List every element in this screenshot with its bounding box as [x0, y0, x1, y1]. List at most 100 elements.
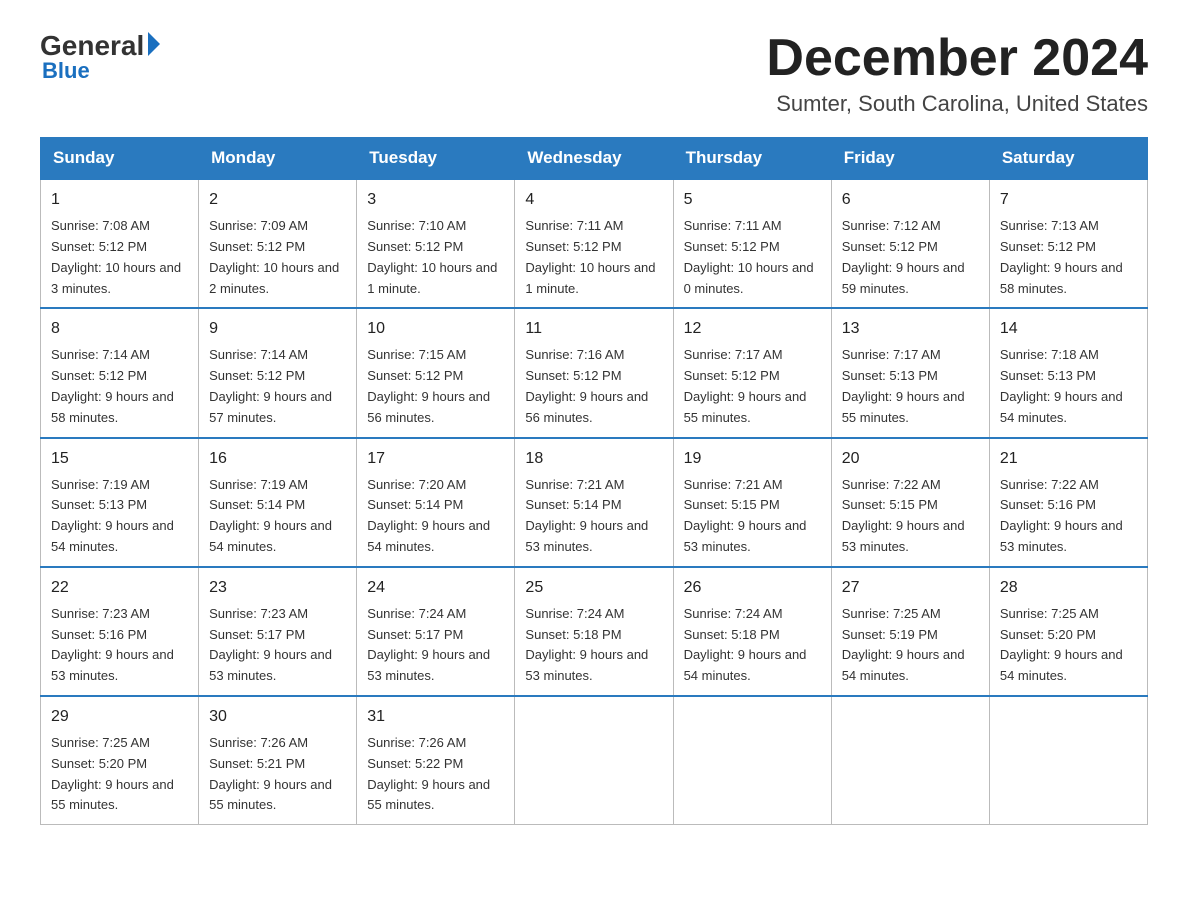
day-number: 13 [842, 317, 979, 341]
day-info: Sunrise: 7:23 AMSunset: 5:16 PMDaylight:… [51, 606, 174, 683]
day-number: 16 [209, 447, 346, 471]
day-info: Sunrise: 7:15 AMSunset: 5:12 PMDaylight:… [367, 347, 490, 424]
month-title: December 2024 [766, 30, 1148, 87]
day-number: 9 [209, 317, 346, 341]
col-wednesday: Wednesday [515, 138, 673, 180]
day-number: 10 [367, 317, 504, 341]
table-row: 19 Sunrise: 7:21 AMSunset: 5:15 PMDaylig… [673, 438, 831, 567]
day-number: 14 [1000, 317, 1137, 341]
table-row: 11 Sunrise: 7:16 AMSunset: 5:12 PMDaylig… [515, 308, 673, 437]
col-saturday: Saturday [989, 138, 1147, 180]
table-row: 12 Sunrise: 7:17 AMSunset: 5:12 PMDaylig… [673, 308, 831, 437]
table-row: 29 Sunrise: 7:25 AMSunset: 5:20 PMDaylig… [41, 696, 199, 825]
day-number: 21 [1000, 447, 1137, 471]
table-row: 4 Sunrise: 7:11 AMSunset: 5:12 PMDayligh… [515, 179, 673, 308]
day-info: Sunrise: 7:13 AMSunset: 5:12 PMDaylight:… [1000, 218, 1123, 295]
day-number: 23 [209, 576, 346, 600]
col-sunday: Sunday [41, 138, 199, 180]
day-info: Sunrise: 7:24 AMSunset: 5:18 PMDaylight:… [525, 606, 648, 683]
week-row-3: 15 Sunrise: 7:19 AMSunset: 5:13 PMDaylig… [41, 438, 1148, 567]
day-number: 25 [525, 576, 662, 600]
day-info: Sunrise: 7:14 AMSunset: 5:12 PMDaylight:… [209, 347, 332, 424]
table-row: 6 Sunrise: 7:12 AMSunset: 5:12 PMDayligh… [831, 179, 989, 308]
table-row: 25 Sunrise: 7:24 AMSunset: 5:18 PMDaylig… [515, 567, 673, 696]
day-number: 2 [209, 188, 346, 212]
table-row: 13 Sunrise: 7:17 AMSunset: 5:13 PMDaylig… [831, 308, 989, 437]
day-info: Sunrise: 7:25 AMSunset: 5:20 PMDaylight:… [1000, 606, 1123, 683]
day-info: Sunrise: 7:19 AMSunset: 5:13 PMDaylight:… [51, 477, 174, 554]
day-info: Sunrise: 7:16 AMSunset: 5:12 PMDaylight:… [525, 347, 648, 424]
day-number: 28 [1000, 576, 1137, 600]
day-number: 29 [51, 705, 188, 729]
table-row: 15 Sunrise: 7:19 AMSunset: 5:13 PMDaylig… [41, 438, 199, 567]
day-number: 6 [842, 188, 979, 212]
day-info: Sunrise: 7:19 AMSunset: 5:14 PMDaylight:… [209, 477, 332, 554]
day-number: 5 [684, 188, 821, 212]
day-number: 31 [367, 705, 504, 729]
calendar-table: Sunday Monday Tuesday Wednesday Thursday… [40, 137, 1148, 825]
day-info: Sunrise: 7:20 AMSunset: 5:14 PMDaylight:… [367, 477, 490, 554]
week-row-2: 8 Sunrise: 7:14 AMSunset: 5:12 PMDayligh… [41, 308, 1148, 437]
table-row: 26 Sunrise: 7:24 AMSunset: 5:18 PMDaylig… [673, 567, 831, 696]
logo-triangle-icon [148, 32, 160, 56]
day-number: 7 [1000, 188, 1137, 212]
col-tuesday: Tuesday [357, 138, 515, 180]
table-row [673, 696, 831, 825]
table-row [989, 696, 1147, 825]
table-row: 20 Sunrise: 7:22 AMSunset: 5:15 PMDaylig… [831, 438, 989, 567]
day-number: 19 [684, 447, 821, 471]
table-row: 22 Sunrise: 7:23 AMSunset: 5:16 PMDaylig… [41, 567, 199, 696]
table-row: 2 Sunrise: 7:09 AMSunset: 5:12 PMDayligh… [199, 179, 357, 308]
day-info: Sunrise: 7:21 AMSunset: 5:15 PMDaylight:… [684, 477, 807, 554]
table-row: 21 Sunrise: 7:22 AMSunset: 5:16 PMDaylig… [989, 438, 1147, 567]
table-row: 5 Sunrise: 7:11 AMSunset: 5:12 PMDayligh… [673, 179, 831, 308]
day-info: Sunrise: 7:26 AMSunset: 5:22 PMDaylight:… [367, 735, 490, 812]
table-row: 9 Sunrise: 7:14 AMSunset: 5:12 PMDayligh… [199, 308, 357, 437]
day-info: Sunrise: 7:11 AMSunset: 5:12 PMDaylight:… [684, 218, 814, 295]
day-info: Sunrise: 7:12 AMSunset: 5:12 PMDaylight:… [842, 218, 965, 295]
day-info: Sunrise: 7:24 AMSunset: 5:18 PMDaylight:… [684, 606, 807, 683]
table-row: 10 Sunrise: 7:15 AMSunset: 5:12 PMDaylig… [357, 308, 515, 437]
table-row [515, 696, 673, 825]
table-row: 31 Sunrise: 7:26 AMSunset: 5:22 PMDaylig… [357, 696, 515, 825]
week-row-5: 29 Sunrise: 7:25 AMSunset: 5:20 PMDaylig… [41, 696, 1148, 825]
title-area: December 2024 Sumter, South Carolina, Un… [766, 30, 1148, 117]
day-number: 15 [51, 447, 188, 471]
location-subtitle: Sumter, South Carolina, United States [766, 91, 1148, 117]
week-row-4: 22 Sunrise: 7:23 AMSunset: 5:16 PMDaylig… [41, 567, 1148, 696]
table-row: 1 Sunrise: 7:08 AMSunset: 5:12 PMDayligh… [41, 179, 199, 308]
table-row: 18 Sunrise: 7:21 AMSunset: 5:14 PMDaylig… [515, 438, 673, 567]
col-monday: Monday [199, 138, 357, 180]
table-row: 28 Sunrise: 7:25 AMSunset: 5:20 PMDaylig… [989, 567, 1147, 696]
day-number: 3 [367, 188, 504, 212]
table-row [831, 696, 989, 825]
table-row: 24 Sunrise: 7:24 AMSunset: 5:17 PMDaylig… [357, 567, 515, 696]
day-info: Sunrise: 7:18 AMSunset: 5:13 PMDaylight:… [1000, 347, 1123, 424]
day-info: Sunrise: 7:11 AMSunset: 5:12 PMDaylight:… [525, 218, 655, 295]
table-row: 23 Sunrise: 7:23 AMSunset: 5:17 PMDaylig… [199, 567, 357, 696]
day-info: Sunrise: 7:22 AMSunset: 5:16 PMDaylight:… [1000, 477, 1123, 554]
table-row: 8 Sunrise: 7:14 AMSunset: 5:12 PMDayligh… [41, 308, 199, 437]
day-info: Sunrise: 7:10 AMSunset: 5:12 PMDaylight:… [367, 218, 497, 295]
day-info: Sunrise: 7:25 AMSunset: 5:20 PMDaylight:… [51, 735, 174, 812]
day-info: Sunrise: 7:09 AMSunset: 5:12 PMDaylight:… [209, 218, 339, 295]
day-info: Sunrise: 7:17 AMSunset: 5:13 PMDaylight:… [842, 347, 965, 424]
table-row: 17 Sunrise: 7:20 AMSunset: 5:14 PMDaylig… [357, 438, 515, 567]
table-row: 3 Sunrise: 7:10 AMSunset: 5:12 PMDayligh… [357, 179, 515, 308]
col-thursday: Thursday [673, 138, 831, 180]
table-row: 30 Sunrise: 7:26 AMSunset: 5:21 PMDaylig… [199, 696, 357, 825]
day-number: 12 [684, 317, 821, 341]
day-number: 11 [525, 317, 662, 341]
day-number: 17 [367, 447, 504, 471]
logo-blue-text: Blue [42, 58, 90, 84]
day-info: Sunrise: 7:21 AMSunset: 5:14 PMDaylight:… [525, 477, 648, 554]
table-row: 27 Sunrise: 7:25 AMSunset: 5:19 PMDaylig… [831, 567, 989, 696]
day-number: 18 [525, 447, 662, 471]
day-number: 24 [367, 576, 504, 600]
table-row: 7 Sunrise: 7:13 AMSunset: 5:12 PMDayligh… [989, 179, 1147, 308]
day-info: Sunrise: 7:24 AMSunset: 5:17 PMDaylight:… [367, 606, 490, 683]
logo: General Blue [40, 30, 160, 84]
day-number: 8 [51, 317, 188, 341]
header-row: Sunday Monday Tuesday Wednesday Thursday… [41, 138, 1148, 180]
table-row: 14 Sunrise: 7:18 AMSunset: 5:13 PMDaylig… [989, 308, 1147, 437]
